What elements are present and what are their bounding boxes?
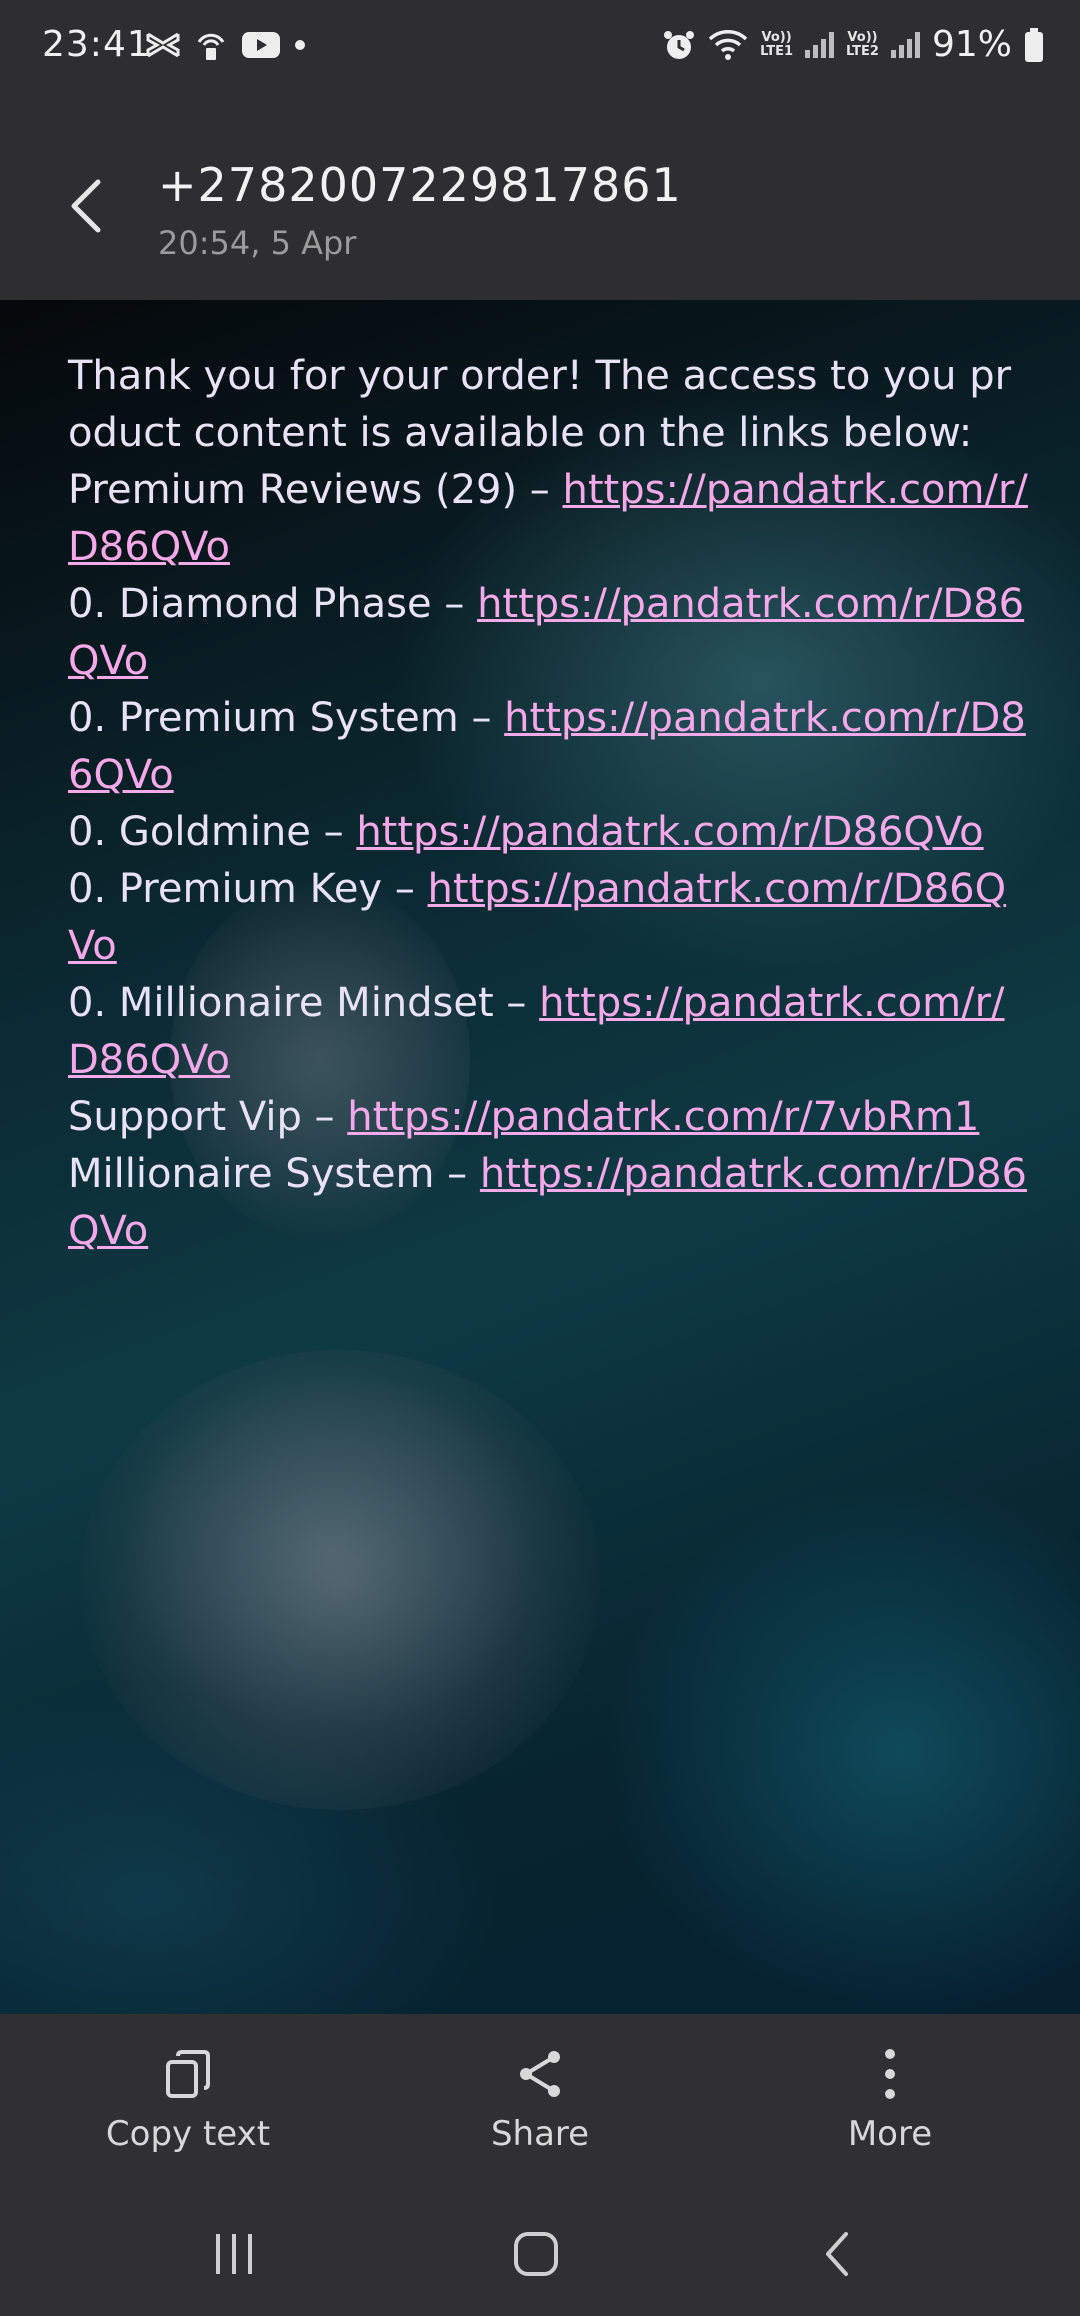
copy-text-button[interactable]: Copy text [68,2044,308,2154]
back-icon [826,2232,848,2276]
message-item: 0. Premium System – https://pandatrk.com… [68,695,1026,798]
copy-text-label: Copy text [105,2114,271,2154]
share-button[interactable]: Share [420,2044,660,2154]
message-item: 0. Premium Key – https://pandatrk.com/r/… [68,866,1007,969]
youtube-icon [242,32,280,58]
message-item: 0. Goldmine – https://pandatrk.com/r/D86… [68,809,984,855]
sim2-label: Vo)) LTE2 [846,29,879,59]
share-label: Share [490,2114,590,2154]
navigation-bar [0,2184,1080,2316]
message-item: Premium Reviews (29) – https://pandatrk.… [68,467,1028,570]
recent-apps-button[interactable] [204,2224,264,2284]
more-notifications-dot [295,40,305,50]
home-icon [514,2232,558,2276]
message-link[interactable]: https://pandatrk.com/r/7vbRm1 [347,1094,979,1140]
copy-icon [166,2050,210,2098]
action-bar: Copy text Share More [0,2014,1080,2184]
message-date: 20:54, 5 Apr [158,224,357,262]
alarm-icon [664,30,695,59]
status-right: Vo)) LTE1 Vo)) LTE2 91% [662,24,1044,65]
more-vertical-icon [885,2049,895,2099]
message-link[interactable]: https://pandatrk.com/r/D86QVo [356,809,983,855]
battery-percent: 91% [931,24,1012,65]
message-item: Support Vip – https://pandatrk.com/r/7vb… [68,1094,980,1140]
message-intro: Thank you for your order! The access to … [68,353,1012,456]
message-item: 0. Diamond Phase – https://pandatrk.com/… [68,581,1025,684]
contact-number: +2782007229817861 [158,158,682,212]
conversation-header: +2782007229817861 20:54, 5 Apr [0,100,1080,300]
notification-icons [145,28,305,62]
status-bar: 23:41 Vo)) LTE1 Vo)) LTE2 91% [0,0,1080,100]
hotspot-lock-icon [197,33,225,60]
sim1-label: Vo)) LTE1 [760,29,794,59]
message-item: 0. Millionaire Mindset – https://pandatr… [68,980,1005,1083]
background-rose [80,1350,600,1810]
recent-apps-icon [216,2234,252,2274]
back-button[interactable] [808,2224,868,2284]
home-button[interactable] [506,2224,566,2284]
battery-icon [1025,27,1043,62]
more-button[interactable]: More [770,2044,1010,2154]
capcut-icon [146,32,180,58]
message-body[interactable]: Thank you for your order! The access to … [68,348,1028,1260]
share-icon [520,2051,560,2097]
message-item: Millionaire System – https://pandatrk.co… [68,1151,1027,1254]
more-label: More [847,2114,933,2154]
back-arrow-icon[interactable] [62,176,112,236]
wifi-icon [708,29,748,60]
signal-icon-sim2 [890,31,920,58]
message-view: Thank you for your order! The access to … [0,300,1080,2014]
signal-icon-sim1 [805,31,835,58]
status-time: 23:41 [42,24,151,65]
